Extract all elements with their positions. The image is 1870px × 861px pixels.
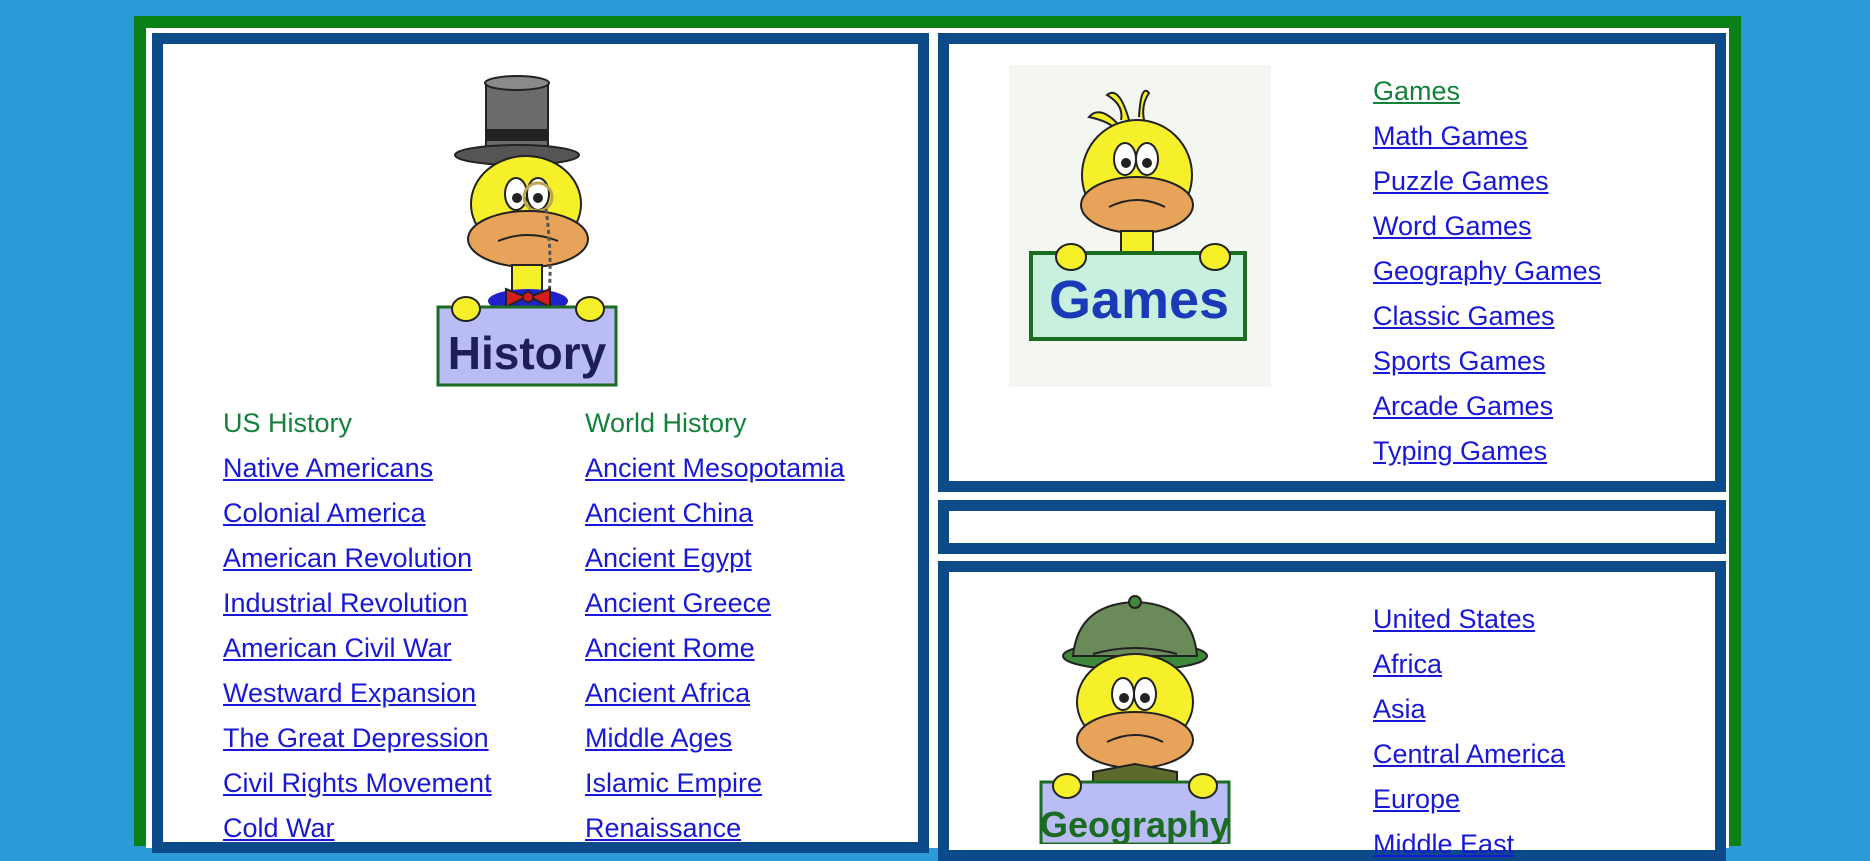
link-united-states[interactable]: United States: [1373, 604, 1535, 635]
link-africa[interactable]: Africa: [1373, 649, 1442, 680]
link-ancient-greece[interactable]: Ancient Greece: [585, 588, 771, 619]
link-native-americans[interactable]: Native Americans: [223, 453, 433, 484]
link-ancient-egypt[interactable]: Ancient Egypt: [585, 543, 752, 574]
link-ancient-china[interactable]: Ancient China: [585, 498, 753, 529]
link-puzzle-games[interactable]: Puzzle Games: [1373, 166, 1549, 197]
link-asia[interactable]: Asia: [1373, 694, 1426, 725]
link-sports-games[interactable]: Sports Games: [1373, 346, 1546, 377]
link-civil-rights-movement[interactable]: Civil Rights Movement: [223, 768, 492, 799]
link-industrial-revolution[interactable]: Industrial Revolution: [223, 588, 468, 619]
link-great-depression[interactable]: The Great Depression: [223, 723, 489, 754]
link-ancient-africa[interactable]: Ancient Africa: [585, 678, 750, 709]
world-history-header: World History: [585, 408, 747, 438]
history-duck-mascot[interactable]: History: [428, 69, 648, 389]
history-panel: History US History World History Native …: [152, 33, 929, 853]
games-duck-mascot[interactable]: Games: [1009, 65, 1271, 387]
link-typing-games[interactable]: Typing Games: [1373, 436, 1547, 467]
link-ancient-rome[interactable]: Ancient Rome: [585, 633, 755, 664]
link-islamic-empire[interactable]: Islamic Empire: [585, 768, 762, 799]
geography-sign-text: Geography: [1040, 804, 1230, 844]
link-ancient-mesopotamia[interactable]: Ancient Mesopotamia: [585, 453, 845, 484]
geography-duck-mascot[interactable]: Geography: [1033, 594, 1253, 844]
games-sign-text: Games: [1049, 270, 1229, 330]
link-middle-ages[interactable]: Middle Ages: [585, 723, 732, 754]
link-classic-games[interactable]: Classic Games: [1373, 301, 1555, 332]
link-westward-expansion[interactable]: Westward Expansion: [223, 678, 476, 709]
link-cold-war[interactable]: Cold War: [223, 813, 335, 844]
games-panel: Games Games Math Games Puzzle Games Word…: [938, 33, 1726, 492]
link-renaissance[interactable]: Renaissance: [585, 813, 741, 844]
history-sign-text: History: [448, 327, 607, 379]
link-colonial-america[interactable]: Colonial America: [223, 498, 426, 529]
link-american-revolution[interactable]: American Revolution: [223, 543, 472, 574]
link-math-games[interactable]: Math Games: [1373, 121, 1528, 152]
link-central-america[interactable]: Central America: [1373, 739, 1565, 770]
link-arcade-games[interactable]: Arcade Games: [1373, 391, 1553, 422]
link-word-games[interactable]: Word Games: [1373, 211, 1532, 242]
link-games[interactable]: Games: [1373, 76, 1460, 107]
geography-panel: Geography United States Africa Asia Cent…: [938, 561, 1726, 861]
link-american-civil-war[interactable]: American Civil War: [223, 633, 452, 664]
link-geography-games[interactable]: Geography Games: [1373, 256, 1601, 287]
empty-divider-panel: [938, 500, 1726, 554]
link-europe[interactable]: Europe: [1373, 784, 1460, 815]
us-history-header: US History: [223, 408, 353, 438]
